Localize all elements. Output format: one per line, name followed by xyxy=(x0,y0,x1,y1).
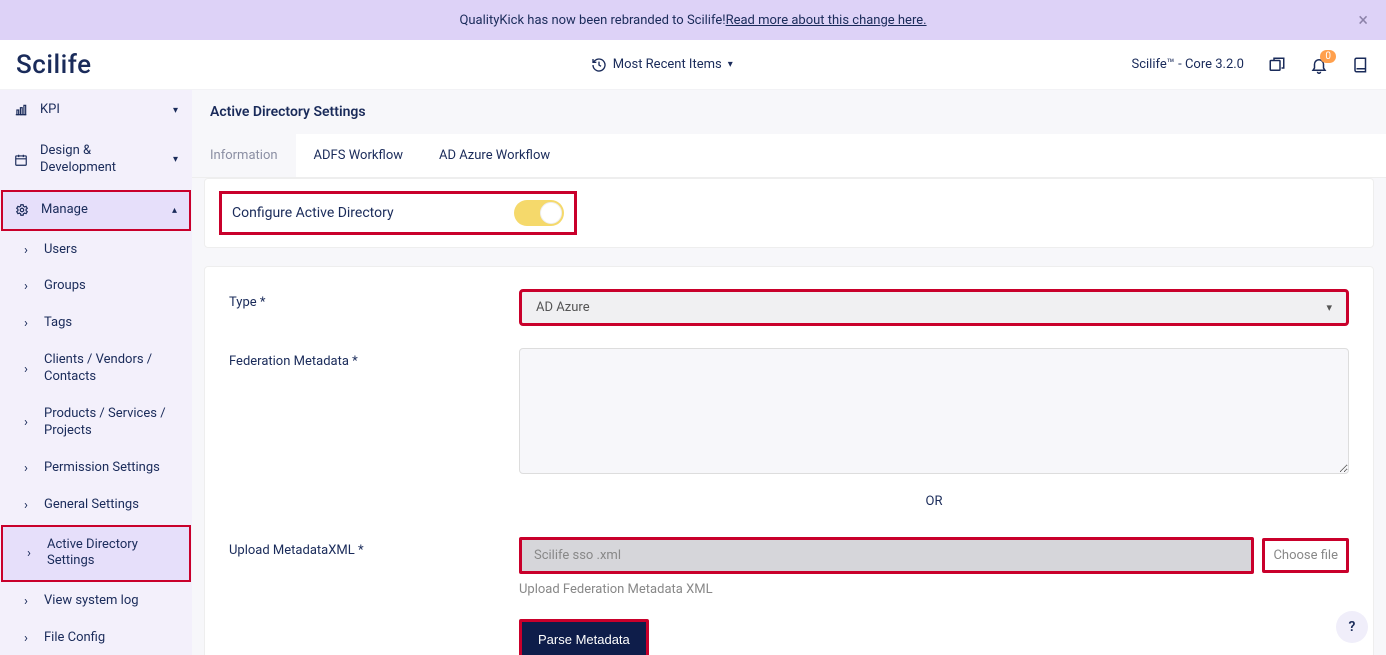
help-fab[interactable]: ? xyxy=(1336,611,1368,643)
chevron-right-icon: › xyxy=(18,461,34,476)
chevron-right-icon: › xyxy=(18,243,34,258)
windows-icon[interactable] xyxy=(1268,56,1286,74)
app-header: Scilife Most Recent Items ▾ Scilife™ - C… xyxy=(0,40,1386,90)
content-area: Active Directory Settings Information AD… xyxy=(192,90,1386,655)
notifications-icon[interactable]: 0 xyxy=(1310,56,1328,74)
form-card: Type * AD Azure ▾ Federation Metadata * xyxy=(204,266,1374,655)
tabs: Information ADFS Workflow AD Azure Workf… xyxy=(192,134,1386,178)
config-card: Configure Active Directory xyxy=(204,178,1374,248)
sidebar-item-general[interactable]: ›General Settings xyxy=(0,487,192,524)
upload-label: Upload MetadataXML * xyxy=(229,537,519,558)
sidebar: KPI ▾ Design & Development ▾ Manage ▴ ›U… xyxy=(0,90,192,655)
sidebar-item-users[interactable]: ›Users xyxy=(0,232,192,269)
chevron-down-icon: ▾ xyxy=(1326,301,1332,314)
type-select[interactable]: AD Azure ▾ xyxy=(519,289,1349,326)
chevron-right-icon: › xyxy=(18,631,34,646)
chevron-right-icon: › xyxy=(18,498,34,513)
recent-items-dropdown[interactable]: Most Recent Items ▾ xyxy=(192,57,1132,73)
sidebar-item-ad-settings[interactable]: ›Active Directory Settings xyxy=(1,525,191,583)
sidebar-item-kpi[interactable]: KPI ▾ xyxy=(0,90,192,131)
sidebar-item-file-config[interactable]: ›File Config xyxy=(0,620,192,655)
calendar-icon xyxy=(14,153,30,167)
sidebar-item-design[interactable]: Design & Development ▾ xyxy=(0,131,192,189)
config-toggle[interactable] xyxy=(514,200,564,226)
sidebar-item-clients[interactable]: ›Clients / Vendors / Contacts xyxy=(0,342,192,396)
recent-items-label: Most Recent Items xyxy=(613,57,722,72)
type-value: AD Azure xyxy=(536,300,590,315)
chevron-right-icon: › xyxy=(21,546,37,561)
tab-azure[interactable]: AD Azure Workflow xyxy=(421,134,568,177)
sidebar-item-manage[interactable]: Manage ▴ xyxy=(1,190,191,231)
chevron-right-icon: › xyxy=(18,594,34,609)
chart-icon xyxy=(14,103,30,117)
logo[interactable]: Scilife xyxy=(16,50,192,80)
chevron-right-icon: › xyxy=(18,279,34,294)
banner-link[interactable]: Read more about this change here. xyxy=(726,13,927,28)
chevron-right-icon: › xyxy=(18,362,34,377)
choose-file-button[interactable]: Choose file xyxy=(1262,538,1349,573)
tab-information[interactable]: Information xyxy=(192,134,296,177)
chevron-down-icon: ▾ xyxy=(173,154,178,165)
rebrand-banner: QualityKick has now been rebranded to Sc… xyxy=(0,0,1386,40)
history-icon xyxy=(591,57,607,73)
type-label: Type * xyxy=(229,289,519,310)
tab-adfs[interactable]: ADFS Workflow xyxy=(296,134,421,177)
sidebar-item-groups[interactable]: ›Groups xyxy=(0,268,192,305)
fedmeta-label: Federation Metadata * xyxy=(229,348,519,369)
config-label: Configure Active Directory xyxy=(232,205,394,221)
upload-hint: Upload Federation Metadata XML xyxy=(519,582,1349,597)
page-title: Active Directory Settings xyxy=(192,90,1386,134)
banner-text: QualityKick has now been rebranded to Sc… xyxy=(459,13,725,28)
sidebar-item-system-log[interactable]: ›View system log xyxy=(0,583,192,620)
sidebar-item-products[interactable]: ›Products / Services / Projects xyxy=(0,396,192,450)
sidebar-item-tags[interactable]: ›Tags xyxy=(0,305,192,342)
banner-close-icon[interactable]: × xyxy=(1358,10,1368,31)
chevron-right-icon: › xyxy=(18,415,34,430)
chevron-down-icon: ▾ xyxy=(728,59,733,70)
chevron-down-icon: ▾ xyxy=(173,105,178,116)
notif-badge: 0 xyxy=(1320,50,1336,63)
chevron-right-icon: › xyxy=(18,316,34,331)
book-icon[interactable] xyxy=(1352,56,1370,74)
version-label: Scilife™ - Core 3.2.0 xyxy=(1132,57,1245,72)
parse-metadata-button[interactable]: Parse Metadata xyxy=(519,619,649,655)
help-icon: ? xyxy=(1349,619,1356,635)
sidebar-item-permission[interactable]: ›Permission Settings xyxy=(0,450,192,487)
gear-icon xyxy=(15,203,31,217)
or-divider: OR xyxy=(519,494,1349,509)
upload-filename-input[interactable]: Scilife sso .xml xyxy=(519,537,1254,574)
fedmeta-textarea[interactable] xyxy=(519,348,1349,474)
chevron-up-icon: ▴ xyxy=(172,205,177,216)
